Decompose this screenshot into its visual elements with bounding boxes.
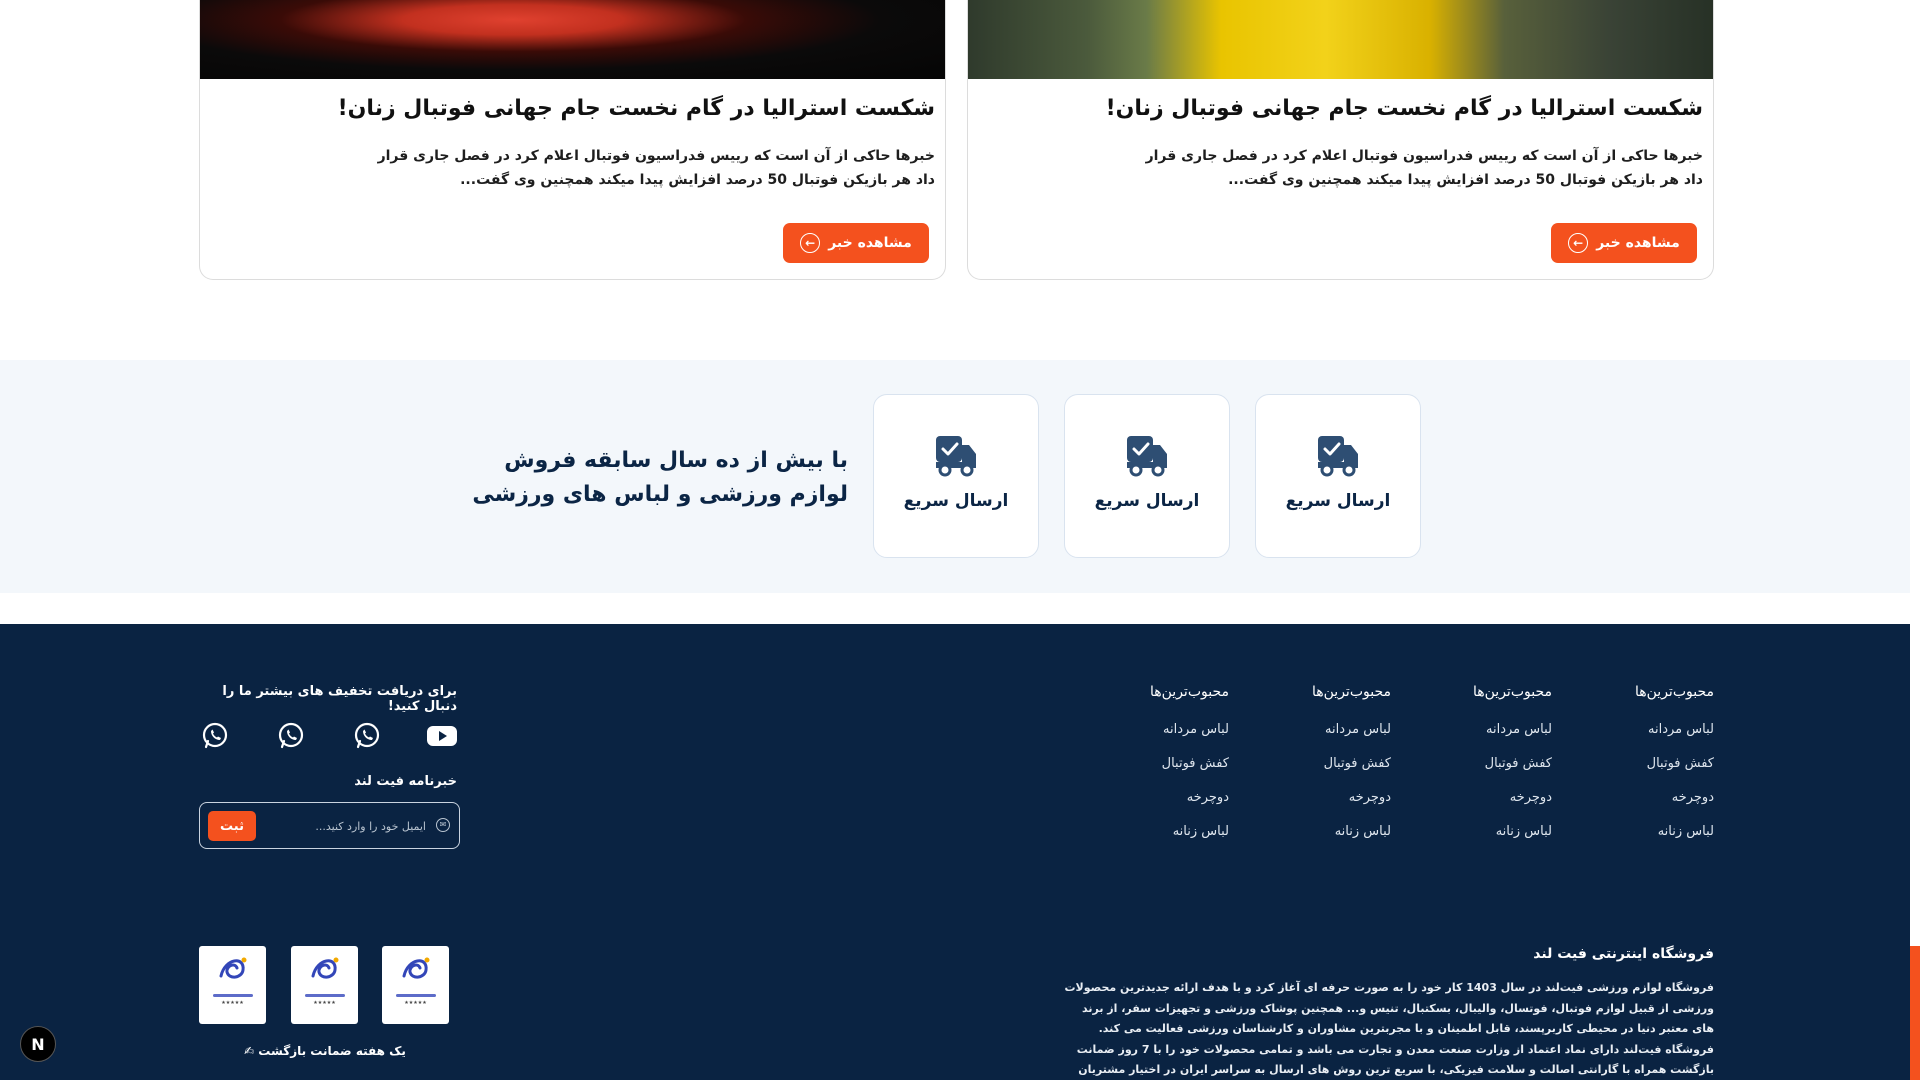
footer-link[interactable]: لباس مردانه	[1584, 722, 1714, 737]
footer-link[interactable]: لباس مردانه	[1099, 722, 1229, 737]
youtube-icon[interactable]	[426, 720, 458, 752]
social-promo-text: برای دریافت تخفیف های بیشتر ما را دنبال …	[222, 684, 457, 714]
news-excerpt: خبرها حاکی از آن است که رییس فدراسیون فو…	[377, 148, 935, 188]
news-title[interactable]: شکست استرالیا در گام نخست جام جهانی فوتب…	[983, 96, 1703, 121]
badge-stars: ★★★★★	[221, 1000, 244, 1006]
feature-card: ارسال سریع	[1064, 394, 1230, 558]
footer-link[interactable]: لباس زنانه	[1099, 824, 1229, 839]
newsletter-title: خبرنامه فیت لند	[354, 774, 457, 789]
feature-card: ارسال سریع	[873, 394, 1039, 558]
footer-link[interactable]: دوچرخه	[1422, 790, 1552, 805]
footer-link[interactable]: کفش فوتبال	[1261, 756, 1391, 771]
footer-link[interactable]: دوچرخه	[1099, 790, 1229, 805]
email-icon: ✉	[436, 818, 450, 832]
enamad-logo-icon	[219, 957, 246, 979]
whatsapp-icon[interactable]	[351, 720, 383, 752]
features-headline: با بیش از ده سال سابقه فروش لوازم ورزشی …	[472, 448, 848, 507]
news-image[interactable]	[968, 0, 1713, 79]
social-links	[199, 720, 457, 752]
news-card-right: شکست استرالیا در گام نخست جام جهانی فوتب…	[967, 0, 1714, 280]
trust-badges: ★★★★★ ★★★★★ ★★★★★	[199, 946, 451, 1024]
footer-link[interactable]: لباس مردانه	[1422, 722, 1552, 737]
feature-label: ارسال سریع	[903, 491, 1009, 511]
newsletter-submit-button[interactable]: ثبت	[208, 811, 256, 841]
delivery-truck-icon	[936, 436, 976, 477]
enamad-logo-icon	[402, 957, 429, 979]
arrow-left-icon: ←	[800, 233, 821, 253]
footer-link[interactable]: کفش فوتبال	[1584, 756, 1714, 771]
newsletter-form: ثبت ✉	[199, 802, 460, 849]
badge-stars: ★★★★★	[313, 1000, 336, 1006]
footer-column: محبوب‌ترین‌ها لباس مردانه کفش فوتبال دوچ…	[1261, 684, 1391, 858]
enamad-badge[interactable]: ★★★★★	[199, 946, 266, 1024]
badge-divider	[395, 994, 436, 997]
view-news-label: مشاهده خبر	[1596, 235, 1680, 251]
footer-column-heading: محبوب‌ترین‌ها	[1473, 684, 1552, 700]
feature-label: ارسال سریع	[1285, 491, 1391, 511]
return-guarantee-text: یک هفته ضمانت بازگشت ✍	[244, 1044, 406, 1058]
footer-column-heading: محبوب‌ترین‌ها	[1312, 684, 1391, 700]
footer-link[interactable]: لباس زنانه	[1584, 824, 1714, 839]
footer-column: محبوب‌ترین‌ها لباس مردانه کفش فوتبال دوچ…	[1422, 684, 1552, 858]
whatsapp-icon[interactable]	[199, 720, 231, 752]
about-store-text: فروشگاه لوازم ورزشی فیت‌لند در سال 1403 …	[1064, 981, 1715, 1076]
news-card-left: شکست استرالیا در گام نخست جام جهانی فوتب…	[199, 0, 946, 280]
view-news-label: مشاهده خبر	[828, 235, 912, 251]
view-news-button[interactable]: مشاهده خبر ←	[783, 223, 929, 263]
site-footer: محبوب‌ترین‌ها لباس مردانه کفش فوتبال دوچ…	[0, 624, 1910, 1080]
feature-label: ارسال سریع	[1094, 491, 1200, 511]
footer-column-heading: محبوب‌ترین‌ها	[1150, 684, 1229, 700]
features-section: ارسال سریع ارسال سریع ارسال سریع با بیش …	[0, 360, 1910, 593]
floating-n-button[interactable]: N	[20, 1026, 56, 1062]
footer-column: محبوب‌ترین‌ها لباس مردانه کفش فوتبال دوچ…	[1584, 684, 1714, 858]
view-news-button[interactable]: مشاهده خبر ←	[1551, 223, 1697, 263]
enamad-logo-icon	[311, 957, 338, 979]
footer-link[interactable]: لباس زنانه	[1261, 824, 1391, 839]
about-store-title: فروشگاه اینترنتی فیت لند	[1533, 946, 1714, 962]
feature-card: ارسال سریع	[1255, 394, 1421, 558]
badge-stars: ★★★★★	[404, 1000, 427, 1006]
enamad-badge[interactable]: ★★★★★	[382, 946, 449, 1024]
footer-column: محبوب‌ترین‌ها لباس مردانه کفش فوتبال دوچ…	[1099, 684, 1229, 858]
footer-link[interactable]: لباس زنانه	[1422, 824, 1552, 839]
footer-link[interactable]: دوچرخه	[1261, 790, 1391, 805]
badge-divider	[212, 994, 253, 997]
news-title[interactable]: شکست استرالیا در گام نخست جام جهانی فوتب…	[215, 96, 935, 121]
scroll-indicator[interactable]	[1910, 946, 1920, 1080]
whatsapp-icon[interactable]	[275, 720, 307, 752]
news-image[interactable]	[200, 0, 945, 79]
footer-link[interactable]: لباس مردانه	[1261, 722, 1391, 737]
delivery-truck-icon	[1318, 436, 1358, 477]
footer-link[interactable]: کفش فوتبال	[1422, 756, 1552, 771]
footer-link[interactable]: دوچرخه	[1584, 790, 1714, 805]
footer-column-heading: محبوب‌ترین‌ها	[1635, 684, 1714, 700]
footer-link[interactable]: کفش فوتبال	[1099, 756, 1229, 771]
news-excerpt: خبرها حاکی از آن است که رییس فدراسیون فو…	[1145, 148, 1703, 188]
delivery-truck-icon	[1127, 436, 1167, 477]
enamad-badge[interactable]: ★★★★★	[291, 946, 358, 1024]
newsletter-email-input[interactable]	[264, 812, 426, 840]
arrow-left-icon: ←	[1568, 233, 1589, 253]
badge-divider	[304, 994, 345, 997]
